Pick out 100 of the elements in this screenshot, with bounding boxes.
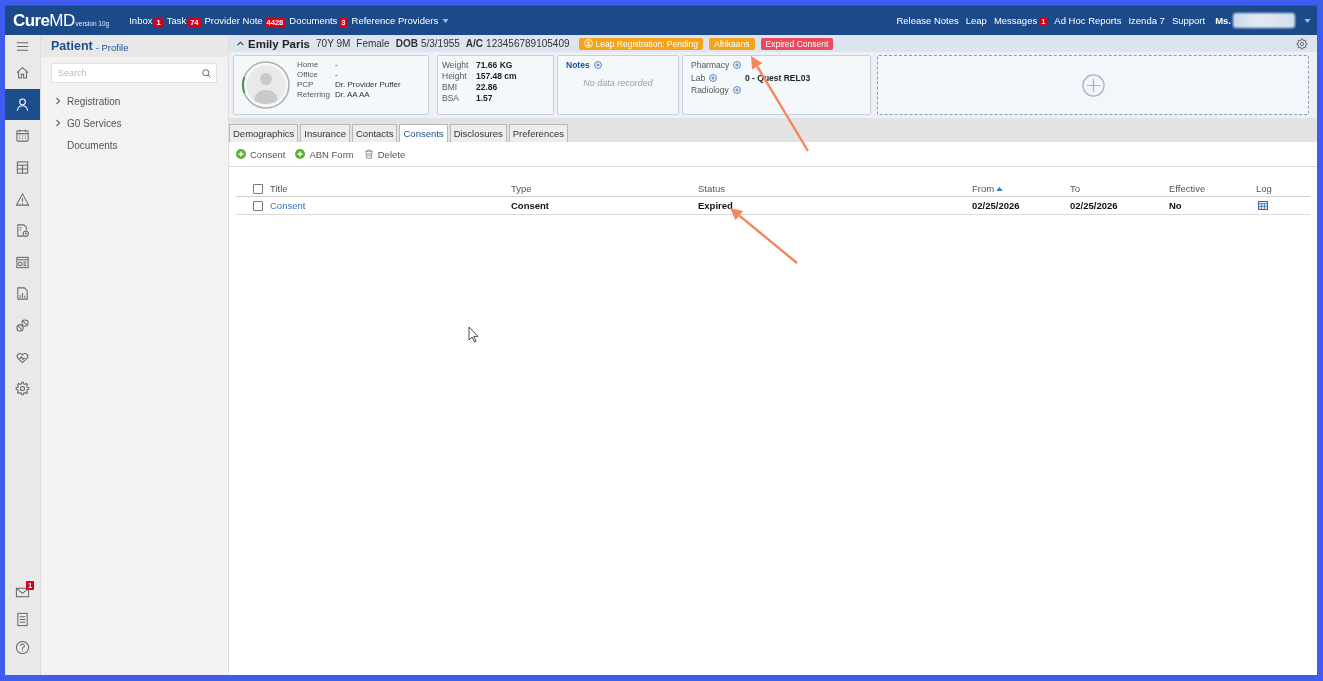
tab[interactable]: Demographics (229, 124, 299, 142)
nav-link[interactable]: Leap (965, 15, 987, 26)
annotation-arrow (730, 208, 798, 264)
column-header[interactable]: Title (270, 183, 288, 194)
tab[interactable]: Consents (399, 124, 448, 142)
nav-link[interactable]: Support (1171, 15, 1206, 26)
status-badge: Expired Consent (760, 37, 834, 50)
checkbox[interactable] (253, 200, 263, 211)
nav-link[interactable]: Ad Hoc Reports (1054, 15, 1122, 26)
panel-subtitle: - Profile (95, 41, 129, 53)
status-badge: Afrikaans (709, 37, 755, 50)
warning-icon (15, 191, 30, 207)
person-circle-icon (583, 39, 593, 48)
blurred-block (1233, 13, 1295, 28)
nav-link[interactable]: Izenda 7 (1128, 15, 1165, 26)
add-circle-icon (236, 149, 246, 159)
delete-button[interactable]: Delete (363, 148, 406, 160)
vital-label: BMI (442, 81, 459, 92)
add-widget-area[interactable] (877, 55, 1309, 115)
avatar-placeholder (241, 60, 291, 110)
field-label: PCP (297, 80, 315, 89)
add-button[interactable]: Consent (236, 148, 286, 160)
chevron-right-icon (54, 97, 62, 105)
nav-link[interactable]: Release Notes (896, 15, 959, 26)
table-icon (15, 160, 30, 176)
add-circle-icon[interactable] (1081, 73, 1105, 97)
user-menu[interactable]: Ms. (1215, 15, 1231, 26)
tree-item[interactable]: Documents (41, 134, 228, 156)
table-cell: Expired (698, 200, 733, 211)
settings-icon (15, 381, 30, 397)
nav-link[interactable]: Messages (993, 15, 1038, 26)
nav-link[interactable]: Reference Providers (351, 15, 450, 26)
document-clock-icon (15, 223, 30, 239)
tab[interactable]: Insurance (300, 124, 350, 142)
vital-value: 71.66 KG (476, 59, 513, 70)
vital-value: 22.86 (476, 81, 498, 92)
caret-down-icon[interactable] (1304, 18, 1311, 23)
checkbox[interactable] (253, 183, 263, 194)
invoice-icon (15, 254, 30, 270)
home-icon (15, 65, 30, 81)
table-cell: 02/25/2026 (1070, 200, 1118, 211)
tab[interactable]: Preferences (508, 124, 568, 142)
table-cell: 02/25/2026 (972, 200, 1020, 211)
add-circle-icon[interactable] (733, 61, 742, 70)
help-icon (15, 639, 30, 655)
search-icon[interactable] (202, 68, 211, 78)
search-field[interactable]: Search (51, 63, 217, 83)
empty-message: No data recorded (582, 78, 654, 88)
column-header[interactable]: Status (698, 183, 725, 194)
table-grid-icon[interactable] (1258, 201, 1268, 210)
list-document-icon (15, 612, 30, 628)
notes-link[interactable]: Notes (566, 59, 590, 70)
service-label: Radiology (691, 85, 729, 96)
person-icon (15, 96, 30, 112)
rail-button[interactable] (5, 88, 40, 121)
column-header[interactable]: To (1070, 183, 1081, 194)
dob-label: DOB (395, 38, 418, 49)
add-circle-icon[interactable] (709, 73, 718, 82)
vital-label: Height (442, 70, 468, 81)
chevron-right-icon (54, 119, 62, 127)
field-value: - (335, 70, 338, 80)
settings-icon[interactable] (1296, 37, 1308, 50)
tab[interactable]: Contacts (352, 124, 398, 142)
tab[interactable]: Disclosures (449, 124, 507, 142)
patient-name: Emily Paris (248, 37, 310, 50)
add-circle-icon (295, 149, 306, 159)
service-label: Pharmacy (691, 60, 730, 71)
account-number: 123456789105409 (486, 38, 570, 49)
nav-link[interactable]: Task (166, 15, 187, 26)
add-circle-icon[interactable] (732, 86, 741, 95)
vital-value: 157.48 cm (476, 70, 517, 81)
patient-sex: Female (356, 38, 390, 49)
badge-text: Leap Registration: Pending (595, 38, 699, 49)
add-circle-icon[interactable] (593, 60, 602, 69)
chevron-up-icon[interactable] (237, 41, 244, 46)
column-header[interactable]: Type (511, 183, 532, 194)
nav-link[interactable]: Inbox (129, 15, 153, 26)
service-label: Lab (691, 72, 706, 83)
mouse-cursor-icon (468, 326, 479, 343)
vital-label: Weight (442, 59, 470, 70)
column-header[interactable]: From (972, 183, 1004, 194)
trash-icon (363, 149, 374, 159)
tree-item[interactable]: G0 Services (41, 112, 228, 134)
logo[interactable]: CureMD (13, 10, 75, 31)
field-value: Dr. AA AA (335, 89, 370, 99)
field-label: Referring (297, 89, 331, 99)
chart-document-icon (15, 286, 30, 302)
nav-link[interactable]: Provider Note (204, 15, 263, 26)
column-header[interactable]: Effective (1169, 183, 1206, 194)
nav-link[interactable]: Documents (289, 15, 338, 26)
table-cell: Consent (511, 200, 549, 211)
tree-item[interactable]: Registration (41, 90, 228, 112)
calendar-icon (15, 128, 30, 144)
vital-value: 1.57 (476, 92, 493, 103)
field-label: Office (297, 70, 319, 80)
title-link[interactable]: Consent (270, 200, 306, 211)
field-value: - (335, 60, 338, 70)
add-button[interactable]: ABN Form (295, 148, 354, 160)
column-header[interactable]: Log (1256, 183, 1272, 194)
dna-icon (15, 318, 30, 334)
